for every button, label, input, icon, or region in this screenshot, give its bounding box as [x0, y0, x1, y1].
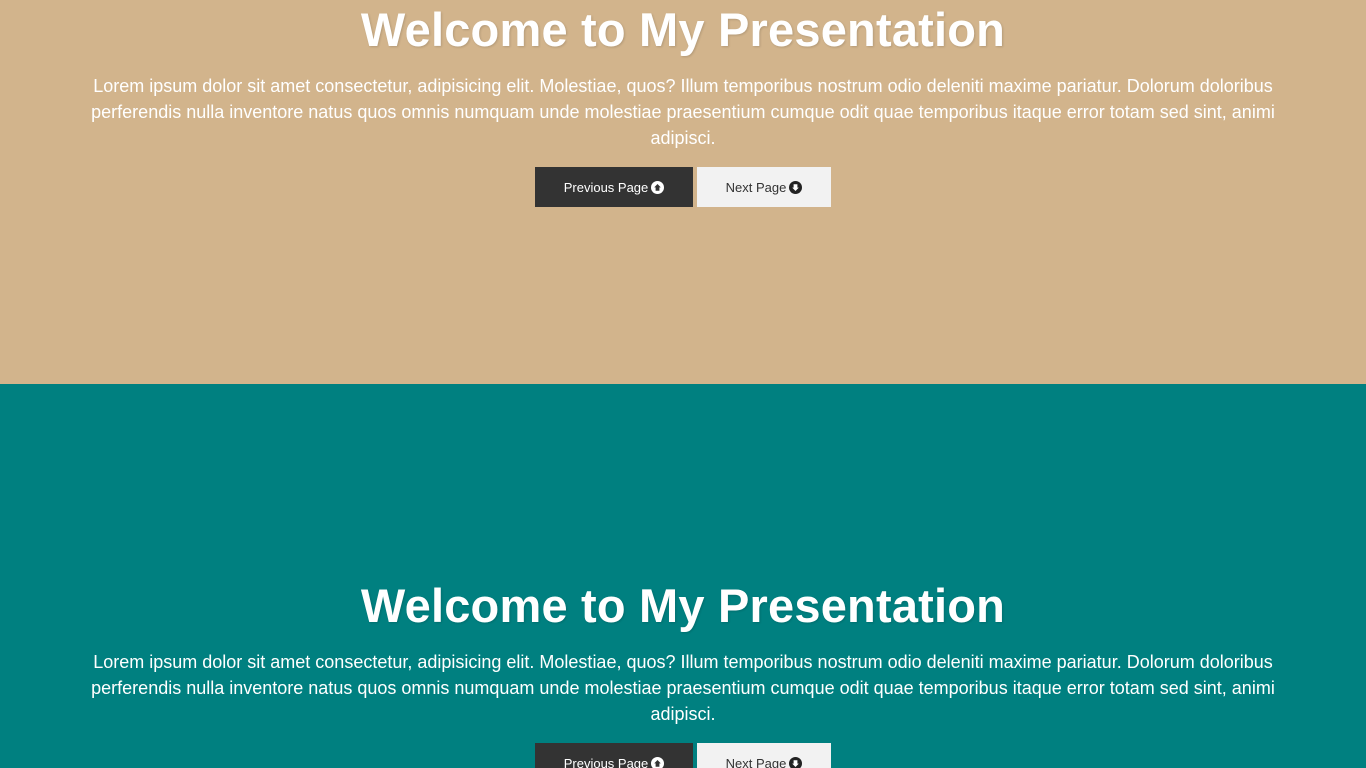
slide-body-text: Lorem ipsum dolor sit amet consectetur, … [91, 76, 1275, 148]
slide-body-text: Lorem ipsum dolor sit amet consectetur, … [91, 652, 1275, 724]
previous-page-button[interactable]: Previous Page [535, 167, 693, 207]
next-page-button[interactable]: Next Page [697, 167, 831, 207]
slide-nav-buttons: Previous Page Next Page [0, 743, 1366, 768]
next-page-label: Next Page [725, 755, 787, 768]
previous-page-button[interactable]: Previous Page [535, 743, 693, 768]
next-page-label: Next Page [725, 179, 787, 195]
slide-title: Welcome to My Presentation [360, 579, 1006, 632]
slide-title: Welcome to My Presentation [360, 3, 1006, 56]
arrow-circle-down-icon [789, 756, 803, 768]
slide-nav-buttons: Previous Page Next Page [0, 167, 1366, 207]
arrow-circle-down-icon [789, 180, 803, 194]
slide-section-2: Welcome to My Presentation Lorem ipsum d… [0, 384, 1366, 768]
previous-page-label: Previous Page [563, 755, 649, 768]
next-page-button[interactable]: Next Page [697, 743, 831, 768]
presentation-page: Welcome to My Presentation Lorem ipsum d… [0, 0, 1366, 768]
previous-page-label: Previous Page [563, 179, 649, 195]
arrow-circle-up-icon [651, 756, 665, 768]
slide-section-1: Welcome to My Presentation Lorem ipsum d… [0, 0, 1366, 384]
arrow-circle-up-icon [651, 180, 665, 194]
